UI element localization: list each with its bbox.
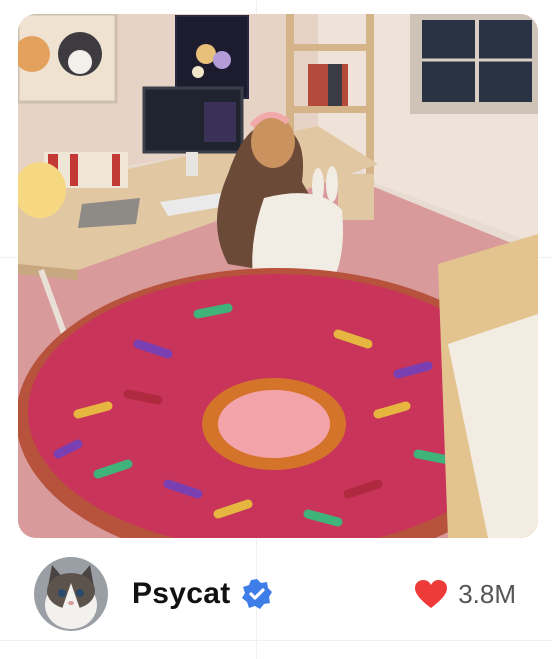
post-footer: Psycat 3.8M bbox=[18, 552, 538, 636]
like-count: 3.8M bbox=[458, 578, 516, 609]
cat-avatar-icon[interactable] bbox=[34, 557, 108, 631]
username[interactable]: Psycat bbox=[132, 577, 231, 611]
like-button[interactable]: 3.8M bbox=[414, 579, 516, 610]
heart-icon bbox=[415, 580, 448, 608]
verified-badge-icon bbox=[241, 579, 272, 609]
room-scene-image bbox=[18, 14, 538, 538]
background-gridline bbox=[0, 640, 552, 641]
post-image-card[interactable] bbox=[18, 14, 538, 538]
